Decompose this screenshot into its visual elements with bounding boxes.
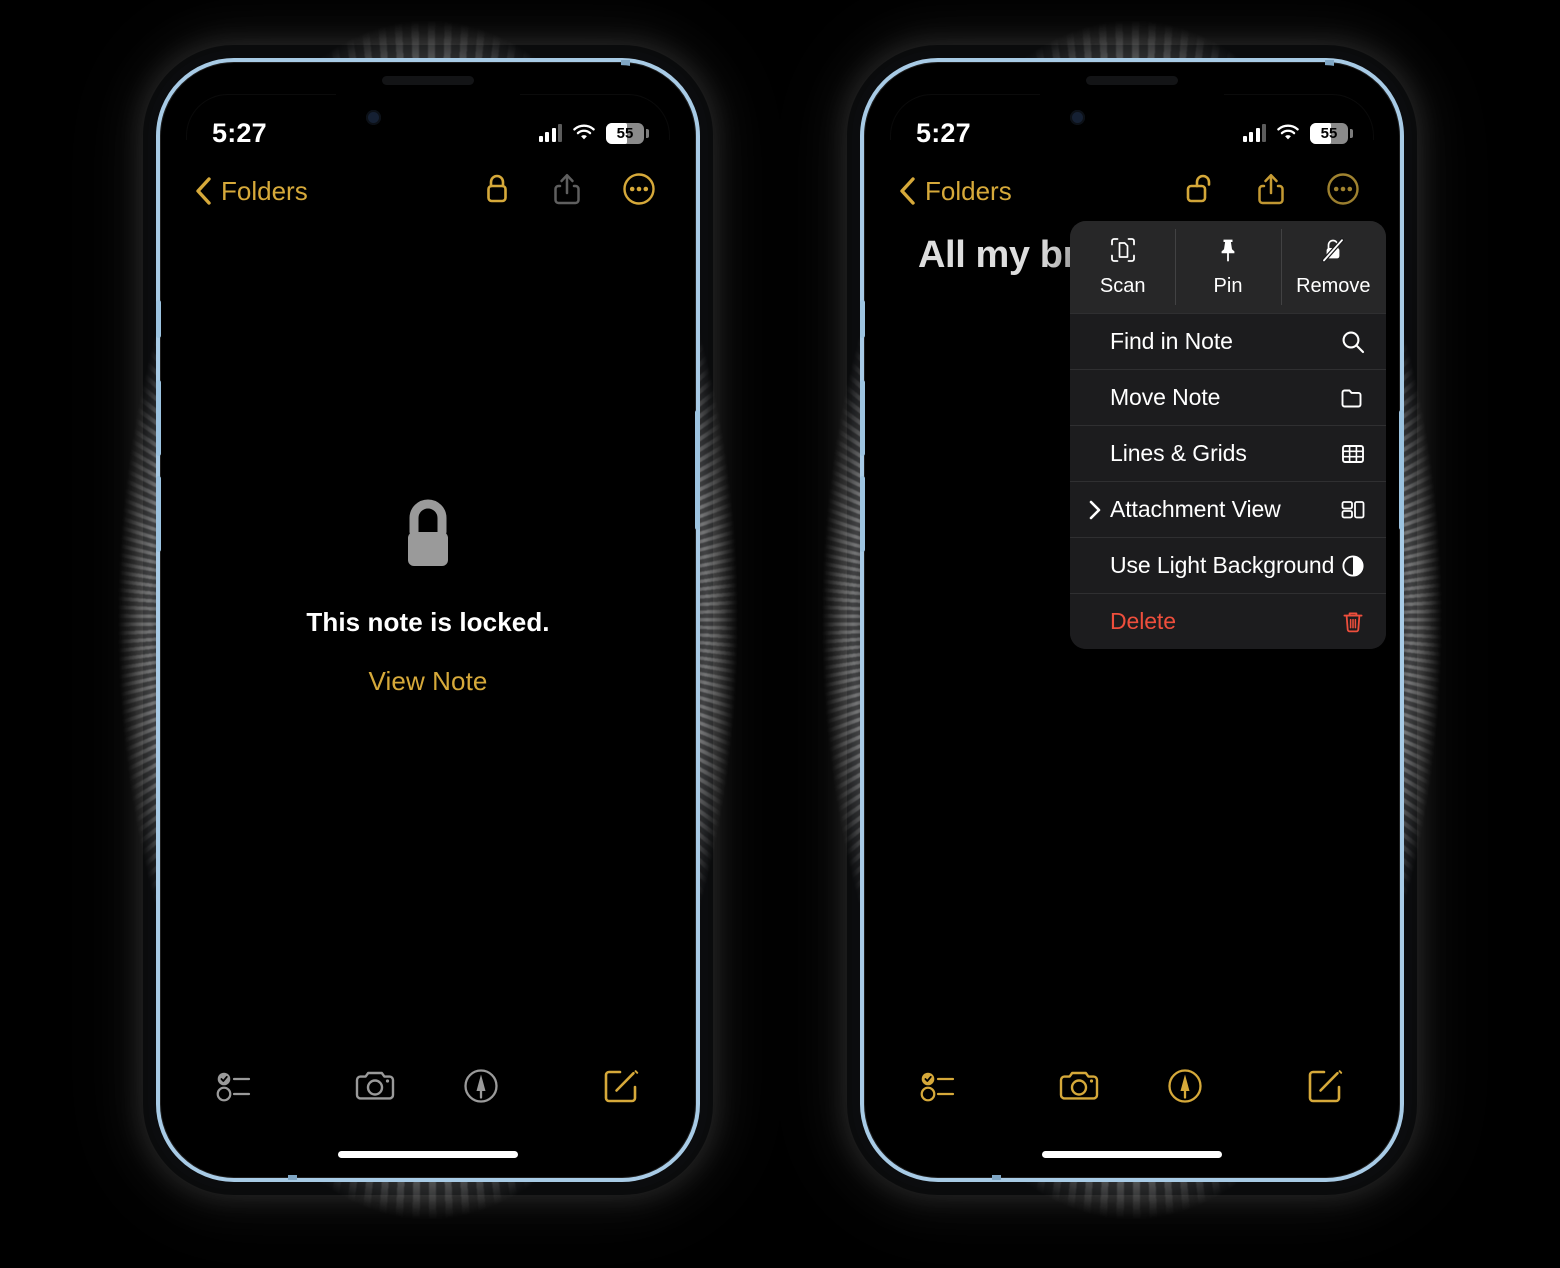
volume-down-button[interactable] bbox=[860, 476, 865, 552]
ellipsis-circle-icon[interactable] bbox=[622, 172, 656, 211]
share-icon[interactable] bbox=[552, 172, 582, 211]
cellular-signal-icon bbox=[1242, 124, 1266, 142]
power-button[interactable] bbox=[1399, 410, 1404, 530]
camera-icon[interactable] bbox=[353, 1069, 397, 1108]
search-icon bbox=[1336, 329, 1366, 355]
battery-percent: 55 bbox=[616, 124, 634, 142]
lock-closed-filled-icon bbox=[396, 496, 460, 585]
menu-item-lines-and-grids[interactable]: Lines & Grids bbox=[1070, 425, 1386, 481]
lock-open-icon[interactable] bbox=[1184, 172, 1216, 211]
mute-switch[interactable] bbox=[860, 300, 865, 338]
mute-switch[interactable] bbox=[156, 300, 161, 338]
wifi-icon bbox=[572, 124, 596, 142]
menu-action-pin[interactable]: Pin bbox=[1175, 221, 1280, 313]
locked-note-placeholder: This note is locked. View Note bbox=[164, 496, 692, 697]
compose-icon[interactable] bbox=[602, 1067, 640, 1110]
menu-action-scan[interactable]: Scan bbox=[1070, 221, 1175, 313]
status-time: 5:27 bbox=[916, 117, 971, 148]
screen-note-menu: 5:27 55 Folders All my br Scan Pin Remov… bbox=[868, 66, 1396, 1174]
volume-down-button[interactable] bbox=[156, 476, 161, 552]
status-bar: 5:27 55 bbox=[868, 116, 1396, 150]
menu-item-label: Find in Note bbox=[1110, 328, 1233, 354]
menu-item-delete[interactable]: Delete bbox=[1070, 593, 1386, 649]
note-context-menu: Scan Pin Remove Find in Note Move Note L… bbox=[1070, 221, 1386, 649]
checklist-icon[interactable] bbox=[920, 1069, 962, 1108]
menu-action-label: Scan bbox=[1099, 274, 1146, 297]
navigation-bar: Folders bbox=[868, 162, 1396, 220]
grid-icon bbox=[1336, 441, 1366, 467]
volume-up-button[interactable] bbox=[156, 380, 161, 456]
menu-item-attachment-view[interactable]: Attachment View bbox=[1070, 481, 1386, 537]
chevron-right-icon bbox=[1088, 499, 1108, 521]
battery-indicator: 55 bbox=[606, 122, 649, 144]
battery-indicator: 55 bbox=[1310, 122, 1353, 144]
share-icon[interactable] bbox=[1256, 172, 1286, 211]
bottom-toolbar bbox=[868, 1058, 1396, 1118]
menu-item-label: Move Note bbox=[1110, 384, 1221, 410]
back-label: Folders bbox=[221, 175, 308, 206]
back-to-folders-button[interactable]: Folders bbox=[898, 176, 1012, 207]
device-frame: 5:27 55 bbox=[156, 58, 700, 1182]
bottom-toolbar bbox=[164, 1058, 692, 1118]
status-bar: 5:27 55 bbox=[164, 116, 692, 150]
menu-item-use-light-background[interactable]: Use Light Background bbox=[1070, 537, 1386, 593]
earpiece-speaker bbox=[1086, 76, 1178, 85]
earpiece-speaker bbox=[382, 76, 474, 85]
camera-icon[interactable] bbox=[1057, 1069, 1101, 1108]
pin-icon bbox=[1215, 237, 1241, 269]
device-frame: 5:27 55 bbox=[860, 58, 1404, 1182]
navigation-bar: Folders bbox=[164, 162, 692, 220]
menu-action-label: Pin bbox=[1213, 274, 1243, 297]
back-to-folders-button[interactable]: Folders bbox=[194, 176, 308, 207]
back-label: Folders bbox=[925, 175, 1012, 206]
checklist-icon[interactable] bbox=[216, 1069, 258, 1108]
contrast-circle-icon bbox=[1336, 553, 1366, 579]
view-note-button[interactable]: View Note bbox=[369, 666, 488, 697]
compose-icon[interactable] bbox=[1306, 1067, 1344, 1110]
folder-icon bbox=[1336, 385, 1366, 411]
volume-up-button[interactable] bbox=[860, 380, 865, 456]
chevron-left-icon bbox=[196, 177, 211, 205]
menu-item-move-note[interactable]: Move Note bbox=[1070, 369, 1386, 425]
chevron-left-icon bbox=[900, 177, 915, 205]
menu-action-label: Remove bbox=[1296, 274, 1371, 297]
menu-item-label: Use Light Background bbox=[1110, 552, 1335, 578]
menu-item-label: Lines & Grids bbox=[1110, 440, 1247, 466]
markup-pen-icon[interactable] bbox=[1166, 1067, 1204, 1110]
home-indicator[interactable] bbox=[338, 1151, 518, 1158]
context-menu-list: Find in Note Move Note Lines & Grids Att… bbox=[1070, 313, 1386, 649]
power-button[interactable] bbox=[695, 410, 700, 530]
markup-pen-icon[interactable] bbox=[462, 1067, 500, 1110]
lock-closed-icon[interactable] bbox=[482, 172, 512, 211]
phone-device-left: 5:27 55 Folders This note is locked. Vie… bbox=[118, 20, 738, 1220]
scan-document-icon bbox=[1110, 237, 1136, 269]
context-menu-action-row: Scan Pin Remove bbox=[1070, 221, 1386, 313]
menu-action-remove-lock[interactable]: Remove bbox=[1280, 221, 1386, 313]
attachment-view-icon bbox=[1336, 497, 1366, 523]
screen-locked-note: 5:27 55 Folders This note is locked. Vie… bbox=[164, 66, 692, 1174]
wifi-icon bbox=[1276, 124, 1300, 142]
locked-message: This note is locked. bbox=[306, 607, 550, 637]
lock-slash-icon bbox=[1320, 237, 1346, 269]
ellipsis-circle-icon[interactable] bbox=[1326, 172, 1360, 211]
menu-item-label: Attachment View bbox=[1110, 496, 1281, 522]
trash-icon bbox=[1336, 609, 1366, 635]
screenshot-canvas: 5:27 55 Folders This note is locked. Vie… bbox=[0, 0, 1560, 1268]
menu-item-find-in-note[interactable]: Find in Note bbox=[1070, 313, 1386, 369]
cellular-signal-icon bbox=[538, 124, 562, 142]
battery-percent: 55 bbox=[1320, 124, 1338, 142]
phone-device-right: 5:27 55 Folders All my br Scan Pin Remov… bbox=[822, 20, 1442, 1220]
menu-item-label: Delete bbox=[1110, 608, 1176, 634]
home-indicator[interactable] bbox=[1042, 1151, 1222, 1158]
status-time: 5:27 bbox=[212, 117, 267, 148]
